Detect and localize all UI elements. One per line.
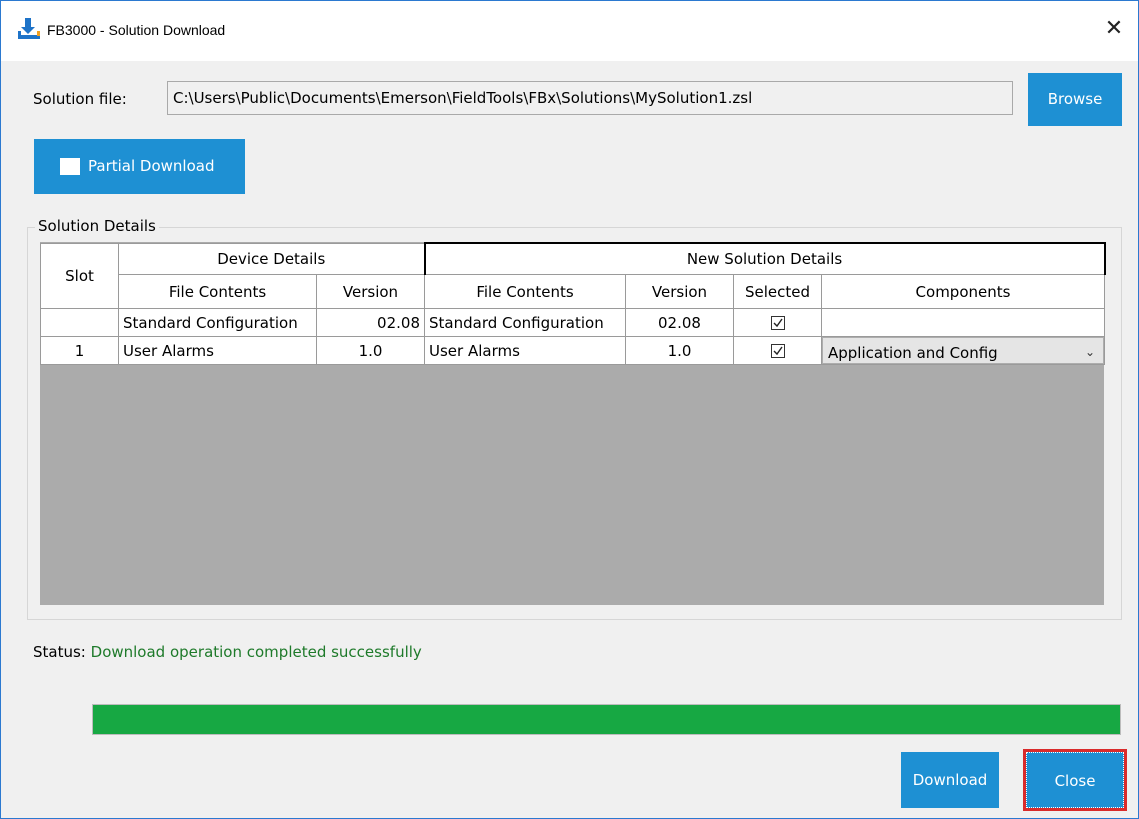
status-line: Status: Download operation completed suc…: [33, 643, 422, 661]
download-app-icon: [18, 18, 40, 39]
table-row: Standard Configuration 02.08 Standard Co…: [40, 308, 1105, 337]
new-version-cell: 02.08: [625, 308, 734, 337]
window-title: FB3000 - Solution Download: [47, 22, 226, 38]
solution-file-label: Solution file:: [33, 90, 127, 108]
new-file-cell: Standard Configuration: [424, 308, 626, 337]
chevron-down-icon: ⌄: [1084, 345, 1095, 359]
components-header: Components: [821, 274, 1105, 309]
partial-download-toggle[interactable]: Partial Download: [34, 139, 245, 194]
components-dropdown[interactable]: Application and Config ⌄: [822, 337, 1104, 364]
solution-details-title: Solution Details: [35, 217, 159, 235]
selected-checkbox[interactable]: [770, 316, 785, 330]
close-window-icon[interactable]: ✕: [1100, 15, 1128, 43]
slot-cell: [40, 308, 119, 337]
device-file-contents-header: File Contents: [118, 274, 317, 309]
device-details-header: Device Details: [118, 242, 425, 275]
browse-button[interactable]: Browse: [1028, 73, 1122, 126]
selected-cell: [733, 308, 822, 337]
slot-header: Slot: [40, 242, 119, 309]
new-version-header: Version: [625, 274, 734, 309]
new-file-contents-header: File Contents: [424, 274, 626, 309]
components-dropdown-value: Application and Config: [828, 344, 998, 362]
solution-details-table: Slot Device Details New Solution Details…: [40, 242, 1106, 365]
components-cell: Application and Config ⌄: [821, 336, 1105, 365]
close-button[interactable]: Close: [1023, 749, 1127, 811]
partial-download-label: Partial Download: [88, 157, 215, 175]
selected-header: Selected: [733, 274, 822, 309]
selected-cell: [733, 336, 822, 365]
checkmark-icon: [773, 346, 783, 356]
new-file-cell: User Alarms: [424, 336, 626, 365]
download-progress-bar: [92, 704, 1121, 735]
new-solution-details-header: New Solution Details: [423, 242, 1106, 275]
status-label: Status:: [33, 643, 86, 661]
new-version-cell: 1.0: [625, 336, 734, 365]
device-file-cell: Standard Configuration: [118, 308, 317, 337]
download-button[interactable]: Download: [901, 752, 999, 808]
checkmark-icon: [773, 318, 783, 328]
device-version-header: Version: [316, 274, 425, 309]
solution-file-path-field[interactable]: C:\Users\Public\Documents\Emerson\FieldT…: [167, 81, 1013, 115]
device-file-cell: User Alarms: [118, 336, 317, 365]
device-version-cell: 1.0: [316, 336, 425, 365]
slot-cell: 1: [40, 336, 119, 365]
components-cell: [821, 308, 1105, 337]
progress-fill: [93, 705, 1120, 734]
selected-checkbox[interactable]: [770, 344, 785, 358]
table-row: 1 User Alarms 1.0 User Alarms 1.0 Applic…: [40, 336, 1105, 365]
device-version-cell: 02.08: [316, 308, 425, 337]
solution-download-window: FB3000 - Solution Download ✕ Solution fi…: [0, 0, 1139, 819]
partial-download-checkbox[interactable]: [60, 158, 80, 175]
title-bar: FB3000 - Solution Download ✕: [1, 1, 1138, 61]
status-message: Download operation completed successfull…: [90, 643, 422, 661]
